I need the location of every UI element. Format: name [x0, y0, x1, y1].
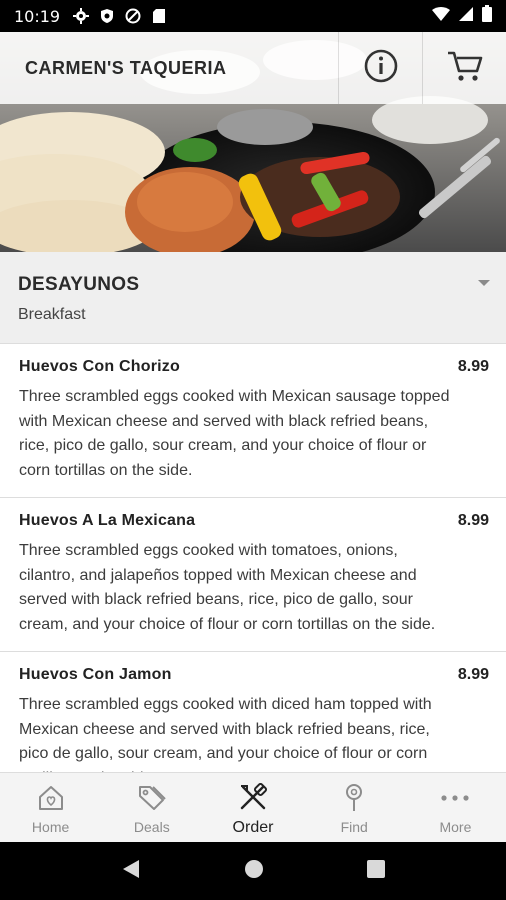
bottom-navigation: Home Deals Order Find More [0, 772, 506, 842]
menu-item-description: Three scrambled eggs cooked with Mexican… [19, 388, 450, 479]
tab-deals[interactable]: Deals [101, 773, 202, 842]
system-navigation-bar [0, 842, 506, 900]
category-title: DESAYUNOS [18, 274, 140, 295]
menu-item-price: 8.99 [457, 666, 489, 683]
wifi-icon [432, 6, 450, 27]
menu-item[interactable]: Huevos Con Jamon 8.99 Three scrambled eg… [0, 652, 506, 772]
menu-item-price: 8.99 [457, 358, 489, 375]
dropdown-caret-icon[interactable] [478, 280, 490, 286]
info-icon [363, 48, 399, 89]
sd-card-icon [150, 7, 168, 25]
tab-order[interactable]: Order [202, 773, 303, 842]
location-pin-icon [339, 783, 369, 813]
menu-item[interactable]: Huevos A La Mexicana 8.99 Three scramble… [0, 498, 506, 652]
tab-find-label: Find [340, 819, 368, 835]
utensils-icon [238, 783, 268, 813]
tag-icon [137, 783, 167, 813]
category-subtitle: Breakfast [18, 306, 86, 323]
restaurant-name: CARMEN'S TAQUERIA [25, 57, 227, 78]
menu-item-name: Huevos Con Jamon [19, 666, 172, 683]
menu-item-name: Huevos Con Chorizo [19, 358, 180, 375]
tab-home[interactable]: Home [0, 773, 101, 842]
settings-gear-icon [72, 7, 90, 25]
menu-item-name: Huevos A La Mexicana [19, 512, 196, 529]
tab-order-label: Order [232, 819, 274, 836]
menu-item[interactable]: Huevos Con Chorizo 8.99 Three scrambled … [0, 344, 506, 498]
signal-icon [458, 6, 474, 27]
home-circle-icon[interactable] [244, 859, 264, 884]
tab-home-label: Home [31, 819, 70, 835]
menu-item-description: Three scrambled eggs cooked with diced h… [19, 696, 432, 772]
battery-icon [482, 5, 492, 27]
status-time: 10:19 [14, 6, 61, 26]
category-header[interactable]: DESAYUNOS Breakfast [0, 252, 506, 344]
menu-item-price: 8.99 [457, 512, 489, 529]
app-header: CARMEN'S TAQUERIA [0, 32, 506, 104]
tab-more[interactable]: More [405, 773, 506, 842]
menu-list: Huevos Con Chorizo 8.99 Three scrambled … [0, 344, 506, 772]
info-button[interactable] [338, 32, 422, 104]
home-icon [36, 783, 66, 813]
shield-icon [98, 7, 116, 25]
recents-square-icon[interactable] [366, 859, 385, 883]
status-bar: 10:19 [0, 0, 506, 32]
cart-button[interactable] [422, 32, 506, 104]
menu-item-description: Three scrambled eggs cooked with tomatoe… [19, 542, 436, 633]
tab-find[interactable]: Find [304, 773, 405, 842]
cart-icon [446, 49, 484, 88]
more-dots-icon [440, 783, 470, 813]
data-saver-icon [124, 7, 142, 25]
tab-more-label: More [439, 819, 472, 835]
back-icon[interactable] [121, 858, 141, 885]
tab-deals-label: Deals [133, 819, 170, 835]
